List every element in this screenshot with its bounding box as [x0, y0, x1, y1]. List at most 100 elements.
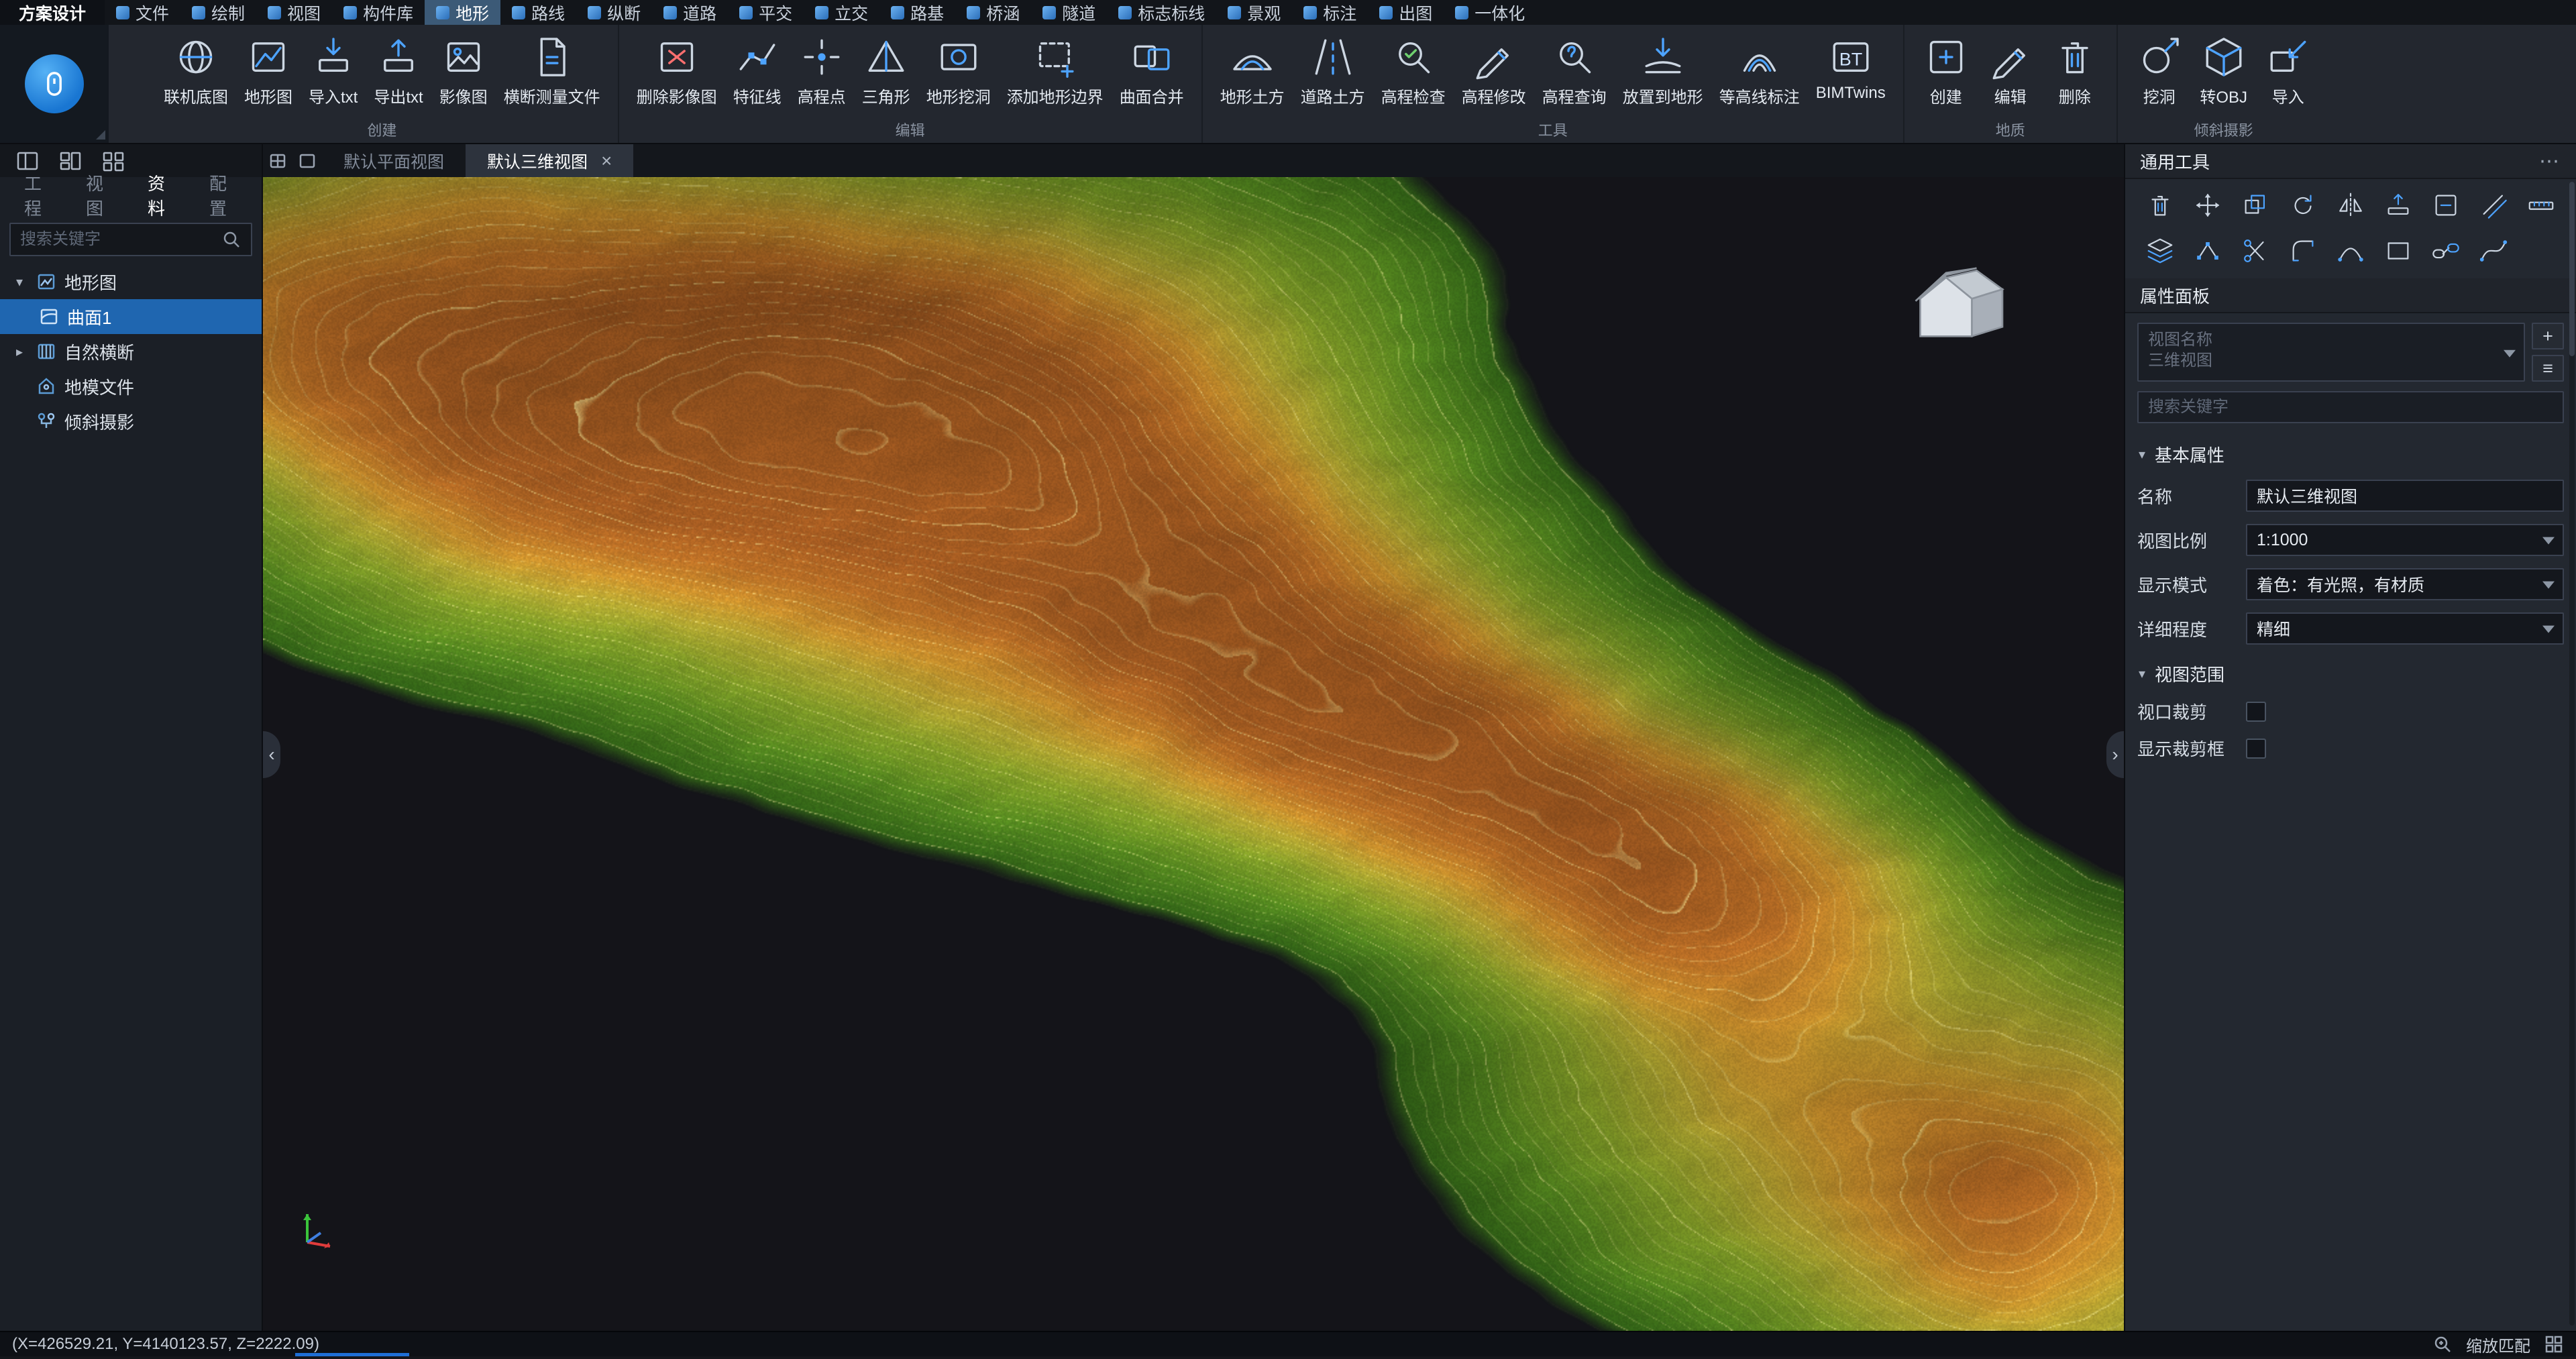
ribbon-button-geology-create[interactable]: 创建	[1914, 29, 1978, 111]
ribbon-button-surface-merge[interactable]: 曲面合并	[1112, 29, 1192, 111]
ribbon-button-feature-line[interactable]: 特征线	[725, 29, 790, 111]
menu-item-interchange[interactable]: 立交	[804, 0, 879, 25]
name-field[interactable]: 默认三维视图	[2246, 480, 2564, 512]
new-view-icon[interactable]	[292, 144, 322, 177]
more-options-icon[interactable]: ⋯	[2539, 150, 2561, 173]
ribbon-button-triangle[interactable]: 三角形	[854, 29, 918, 111]
ribbon-button-contour-annotation[interactable]: 等高线标注	[1711, 29, 1808, 111]
menu-item-annotation[interactable]: 标注	[1292, 0, 1368, 25]
menu-item-integration[interactable]: 一体化	[1444, 0, 1536, 25]
move-icon[interactable]	[2192, 190, 2223, 221]
join-icon[interactable]	[2430, 235, 2461, 266]
view-scale-select[interactable]: 1:1000	[2246, 524, 2564, 556]
ribbon-button-export-txt[interactable]: 导出txt	[366, 29, 431, 111]
ribbon-button-add-terrain-boundary[interactable]: 添加地形边界	[999, 29, 1112, 111]
copy-icon[interactable]	[2240, 190, 2271, 221]
ribbon-button-elevation-modify[interactable]: 高程修改	[1454, 29, 1534, 111]
upload-icon[interactable]	[2383, 190, 2414, 221]
menu-item-subgrade[interactable]: 路基	[879, 0, 955, 25]
ribbon-button-elevation-point[interactable]: 高程点	[790, 29, 854, 111]
rotate-icon[interactable]	[2288, 190, 2318, 221]
ribbon-button-terrain-earthwork[interactable]: 地形土方	[1212, 29, 1293, 111]
logo-expand-corner-icon[interactable]	[96, 130, 105, 140]
ribbon-button-cross-section-file[interactable]: 横断测量文件	[496, 29, 608, 111]
app-title[interactable]: 方案设计	[0, 0, 105, 25]
view-list-button[interactable]: ≡	[2532, 355, 2564, 382]
ribbon-button-convert-obj[interactable]: 转OBJ	[2192, 29, 2256, 111]
ribbon-button-import-txt[interactable]: 导入txt	[301, 29, 366, 111]
menu-item-view[interactable]: 视图	[256, 0, 332, 25]
view-tab-3d[interactable]: 默认三维视图×	[466, 144, 633, 177]
menu-item-at-grade[interactable]: 平交	[728, 0, 804, 25]
menu-item-file[interactable]: 文件	[105, 0, 180, 25]
zoom-fit-icon[interactable]	[2432, 1334, 2453, 1354]
measure-icon[interactable]	[2526, 190, 2557, 221]
properties-search-input[interactable]	[2148, 398, 2553, 417]
menu-item-component-library[interactable]: 构件库	[332, 0, 425, 25]
close-tab-icon[interactable]: ×	[601, 152, 612, 170]
add-view-button[interactable]: +	[2532, 323, 2564, 349]
view-name-combo[interactable]: 视图名称 三维视图	[2137, 323, 2525, 382]
ribbon-button-delete-imagery[interactable]: 删除影像图	[629, 29, 725, 111]
ribbon-button-online-basemap[interactable]: 联机底图	[156, 29, 236, 111]
menu-item-draw[interactable]: 绘制	[180, 0, 256, 25]
section-view-range[interactable]: ▾ 视图范围	[2125, 651, 2576, 693]
house-view-cube-icon[interactable]	[1899, 241, 2017, 349]
detail-level-select[interactable]: 精细	[2246, 612, 2564, 645]
menu-item-terrain[interactable]: 地形	[425, 0, 500, 25]
sidebar-tab-data[interactable]: 资料	[146, 165, 177, 228]
view-tab-plan[interactable]: 默认平面视图	[322, 144, 466, 177]
mirror-icon[interactable]	[2335, 190, 2366, 221]
show-crop-box-checkbox[interactable]	[2246, 739, 2266, 759]
offset-icon[interactable]	[2478, 190, 2509, 221]
fillet-icon[interactable]	[2288, 235, 2318, 266]
menu-item-road[interactable]: 道路	[652, 0, 728, 25]
ribbon-button-road-earthwork[interactable]: 道路土方	[1293, 29, 1373, 111]
sidebar-tab-views[interactable]: 视图	[85, 165, 115, 228]
chevron-down-icon[interactable]: ▾	[11, 274, 28, 290]
subtract-icon[interactable]	[2430, 190, 2461, 221]
menu-item-tunnel[interactable]: 隧道	[1031, 0, 1107, 25]
chevron-down-icon[interactable]	[2504, 350, 2516, 358]
menu-item-profile[interactable]: 纵断	[576, 0, 652, 25]
section-basic-properties[interactable]: ▾ 基本属性	[2125, 431, 2576, 474]
ribbon-button-bimtwins[interactable]: BTBIMTwins	[1808, 29, 1894, 107]
spline-icon[interactable]	[2478, 235, 2509, 266]
split-view-icon[interactable]	[263, 144, 292, 177]
ribbon-button-geology-delete[interactable]: 删除	[2043, 29, 2107, 111]
tree-item-terrain-model-file[interactable]: 地模文件	[0, 369, 262, 404]
search-icon[interactable]	[221, 229, 241, 250]
terrain-model-canvas[interactable]	[263, 177, 2124, 1331]
rectangle-icon[interactable]	[2383, 235, 2414, 266]
sidebar-tab-project[interactable]: 工程	[23, 165, 54, 228]
layers-icon[interactable]	[2145, 235, 2176, 266]
break-icon[interactable]	[2240, 235, 2271, 266]
menu-item-landscape[interactable]: 景观	[1216, 0, 1292, 25]
ribbon-button-oblique-import[interactable]: 导入	[2256, 29, 2320, 111]
vertex-edit-icon[interactable]	[2192, 235, 2223, 266]
ribbon-button-elevation-check[interactable]: 高程检查	[1373, 29, 1454, 111]
panel-split-icon[interactable]	[59, 150, 82, 172]
arc-icon[interactable]	[2335, 235, 2366, 266]
viewport-crop-checkbox[interactable]	[2246, 702, 2266, 722]
ribbon-button-terrain-hole[interactable]: 地形挖洞	[918, 29, 999, 111]
sidebar-search-input[interactable]	[20, 230, 221, 249]
ribbon-button-imagery[interactable]: 影像图	[431, 29, 496, 111]
viewport-3d[interactable]: ‹ ›	[263, 177, 2124, 1331]
collapse-right-panel-icon[interactable]: ›	[2106, 731, 2124, 778]
panel-scrollbar[interactable]	[2569, 182, 2575, 1325]
sidebar-tab-config[interactable]: 配置	[208, 165, 239, 228]
menu-item-route[interactable]: 路线	[500, 0, 576, 25]
ribbon-button-terrain-map[interactable]: 地形图	[236, 29, 301, 111]
ribbon-button-elevation-query[interactable]: 高程查询	[1534, 29, 1615, 111]
delete-icon[interactable]	[2145, 190, 2176, 221]
tree-item-terrain-map[interactable]: ▾ 地形图	[0, 264, 262, 299]
app-logo-block[interactable]	[0, 25, 109, 143]
panel-scrollbar-thumb[interactable]	[2569, 182, 2575, 356]
chevron-right-icon[interactable]: ▸	[11, 343, 28, 360]
zoom-fit-label[interactable]: 缩放匹配	[2466, 1333, 2530, 1356]
ribbon-button-oblique-hole[interactable]: 挖洞	[2127, 29, 2192, 111]
grid-view-icon[interactable]	[2544, 1334, 2564, 1354]
tree-item-surface-1[interactable]: 曲面1	[0, 299, 262, 334]
tree-item-oblique-photography[interactable]: 倾斜摄影	[0, 404, 262, 439]
